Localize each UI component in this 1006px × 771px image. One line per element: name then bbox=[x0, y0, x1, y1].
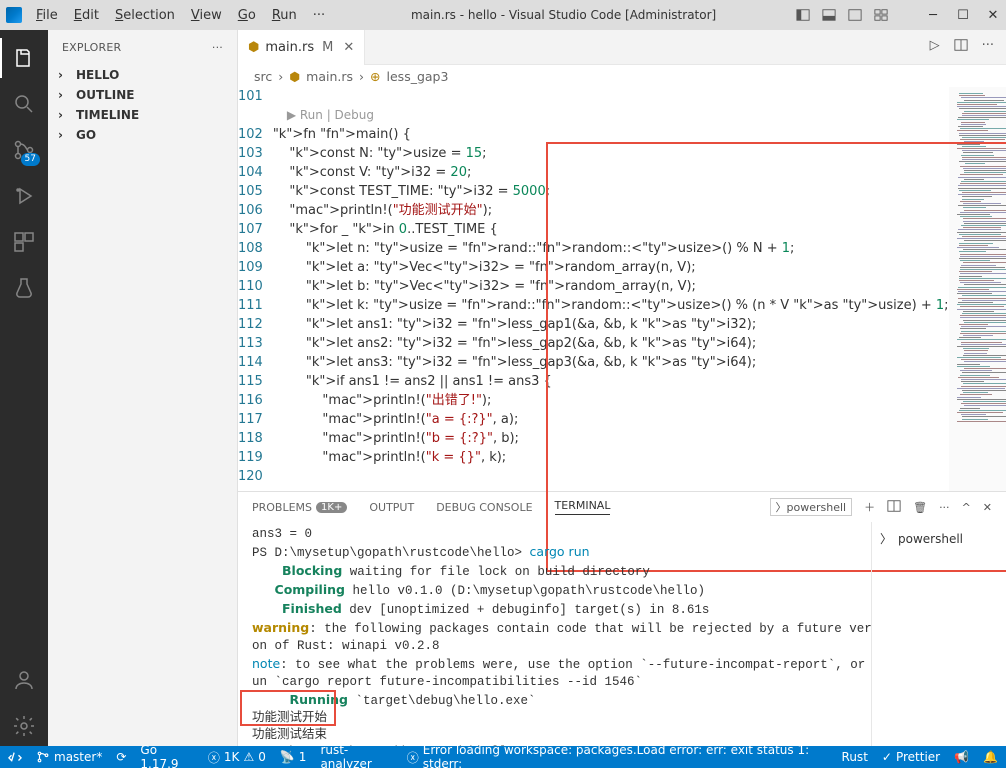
editor-split-icon[interactable] bbox=[954, 38, 968, 56]
status-error-msg[interactable]: ⓧ Error loading workspace: packages.Load… bbox=[407, 743, 814, 771]
menu-run[interactable]: Run bbox=[266, 6, 303, 25]
panel-tab-output[interactable]: OUTPUT bbox=[369, 501, 414, 514]
status-lang[interactable]: Rust bbox=[842, 750, 868, 764]
menu-edit[interactable]: Edit bbox=[68, 6, 105, 25]
activity-test-icon[interactable] bbox=[0, 268, 48, 308]
activity-bar: 57 bbox=[0, 30, 48, 746]
terminal-more-icon[interactable]: ··· bbox=[939, 501, 950, 514]
layout-customize-icon[interactable] bbox=[874, 8, 888, 22]
menu-view[interactable]: View bbox=[185, 6, 228, 25]
menu-file[interactable]: FFileile bbox=[30, 6, 64, 25]
status-errors[interactable]: ⓧ 1K ⚠ 0 bbox=[208, 749, 266, 766]
tab-main-rs[interactable]: ⬢ main.rs M ✕ bbox=[238, 30, 365, 65]
explorer-sidebar: EXPLORER··· ›HELLO ›OUTLINE ›TIMELINE ›G… bbox=[48, 30, 238, 746]
menu-more[interactable]: ··· bbox=[307, 6, 331, 25]
explorer-title: EXPLORER bbox=[62, 41, 212, 54]
layout-sidebar-left-icon[interactable] bbox=[796, 8, 810, 22]
activity-search-icon[interactable] bbox=[0, 84, 48, 124]
activity-extensions-icon[interactable] bbox=[0, 222, 48, 262]
terminal-list-item[interactable]: 〉powershell bbox=[878, 528, 1000, 549]
panel-tab-terminal[interactable]: TERMINAL bbox=[555, 499, 611, 515]
status-ports[interactable]: 📡 1 bbox=[280, 750, 307, 764]
status-go[interactable]: Go 1.17.9 bbox=[140, 743, 194, 771]
panel-tab-problems[interactable]: PROBLEMS 1K+ bbox=[252, 501, 347, 514]
status-analyzer[interactable]: rust-analyzer bbox=[320, 743, 392, 771]
activity-scm-icon[interactable]: 57 bbox=[0, 130, 48, 170]
activity-debug-icon[interactable] bbox=[0, 176, 48, 216]
vscode-icon bbox=[6, 7, 22, 23]
code-editor[interactable]: ▶ Run | Debug"k">fn "fn">main() { "k">co… bbox=[273, 87, 949, 491]
layout-panel-icon[interactable] bbox=[822, 8, 836, 22]
editor-tabs: ⬢ main.rs M ✕ ▷ ··· bbox=[238, 30, 1006, 65]
status-remote-icon[interactable] bbox=[8, 750, 22, 764]
window-maximize-icon[interactable]: ☐ bbox=[956, 8, 970, 22]
window-minimize-icon[interactable]: ─ bbox=[926, 8, 940, 22]
terminal-kill-icon[interactable]: 🗑 bbox=[913, 501, 927, 514]
activity-account-icon[interactable] bbox=[0, 660, 48, 700]
tab-close-icon[interactable]: ✕ bbox=[343, 40, 354, 55]
annotation-box-2 bbox=[240, 690, 336, 726]
rust-file-icon: ⬢ bbox=[248, 40, 259, 55]
panel-maximize-icon[interactable]: ^ bbox=[962, 501, 971, 514]
status-bell-icon[interactable]: 🔔 bbox=[983, 750, 998, 764]
status-branch[interactable]: master* bbox=[36, 750, 102, 764]
editor-area: ⬢ main.rs M ✕ ▷ ··· src› ⬢main.rs› ⊕less… bbox=[238, 30, 1006, 746]
terminal-add-icon[interactable]: ＋ bbox=[864, 499, 875, 515]
menu-selection[interactable]: Selection bbox=[109, 6, 181, 25]
scm-badge: 57 bbox=[21, 153, 40, 166]
bottom-panel: PROBLEMS 1K+ OUTPUT DEBUG CONSOLE TERMIN… bbox=[238, 491, 1006, 746]
minimap[interactable] bbox=[949, 87, 1006, 491]
editor-more-icon[interactable]: ··· bbox=[982, 38, 994, 56]
terminal-split-icon[interactable] bbox=[887, 499, 901, 516]
breadcrumb[interactable]: src› ⬢main.rs› ⊕less_gap3 bbox=[238, 65, 1006, 87]
sidebar-section-go[interactable]: ›GO bbox=[48, 125, 237, 145]
activity-explorer-icon[interactable] bbox=[0, 38, 48, 78]
status-prettier[interactable]: ✓ Prettier bbox=[882, 750, 940, 764]
tab-label: main.rs bbox=[265, 40, 314, 55]
explorer-more-icon[interactable]: ··· bbox=[212, 41, 223, 54]
sidebar-section-timeline[interactable]: ›TIMELINE bbox=[48, 105, 237, 125]
editor-run-icon[interactable]: ▷ bbox=[930, 38, 940, 56]
line-gutter: 101 102103104105106107108109110111112113… bbox=[238, 87, 273, 491]
panel-close-icon[interactable]: ✕ bbox=[983, 501, 992, 514]
window-title: main.rs - hello - Visual Studio Code [Ad… bbox=[335, 8, 792, 22]
activity-settings-icon[interactable] bbox=[0, 706, 48, 746]
status-feedback-icon[interactable]: 📢 bbox=[954, 750, 969, 764]
menu-go[interactable]: Go bbox=[232, 6, 262, 25]
status-sync-icon[interactable]: ⟳ bbox=[116, 750, 126, 764]
sidebar-section-hello[interactable]: ›HELLO bbox=[48, 65, 237, 85]
terminal-list: 〉powershell bbox=[871, 522, 1006, 746]
tab-modified-indicator: M bbox=[322, 40, 333, 55]
layout-sidebar-right-icon[interactable] bbox=[848, 8, 862, 22]
panel-tab-debug[interactable]: DEBUG CONSOLE bbox=[436, 501, 532, 514]
status-bar: master* ⟳ Go 1.17.9 ⓧ 1K ⚠ 0 📡 1 rust-an… bbox=[0, 746, 1006, 768]
terminal-shell-label[interactable]: 〉powershell bbox=[770, 498, 853, 516]
window-close-icon[interactable]: ✕ bbox=[986, 8, 1000, 22]
titlebar: FFileile Edit Selection View Go Run ··· … bbox=[0, 0, 1006, 30]
sidebar-section-outline[interactable]: ›OUTLINE bbox=[48, 85, 237, 105]
